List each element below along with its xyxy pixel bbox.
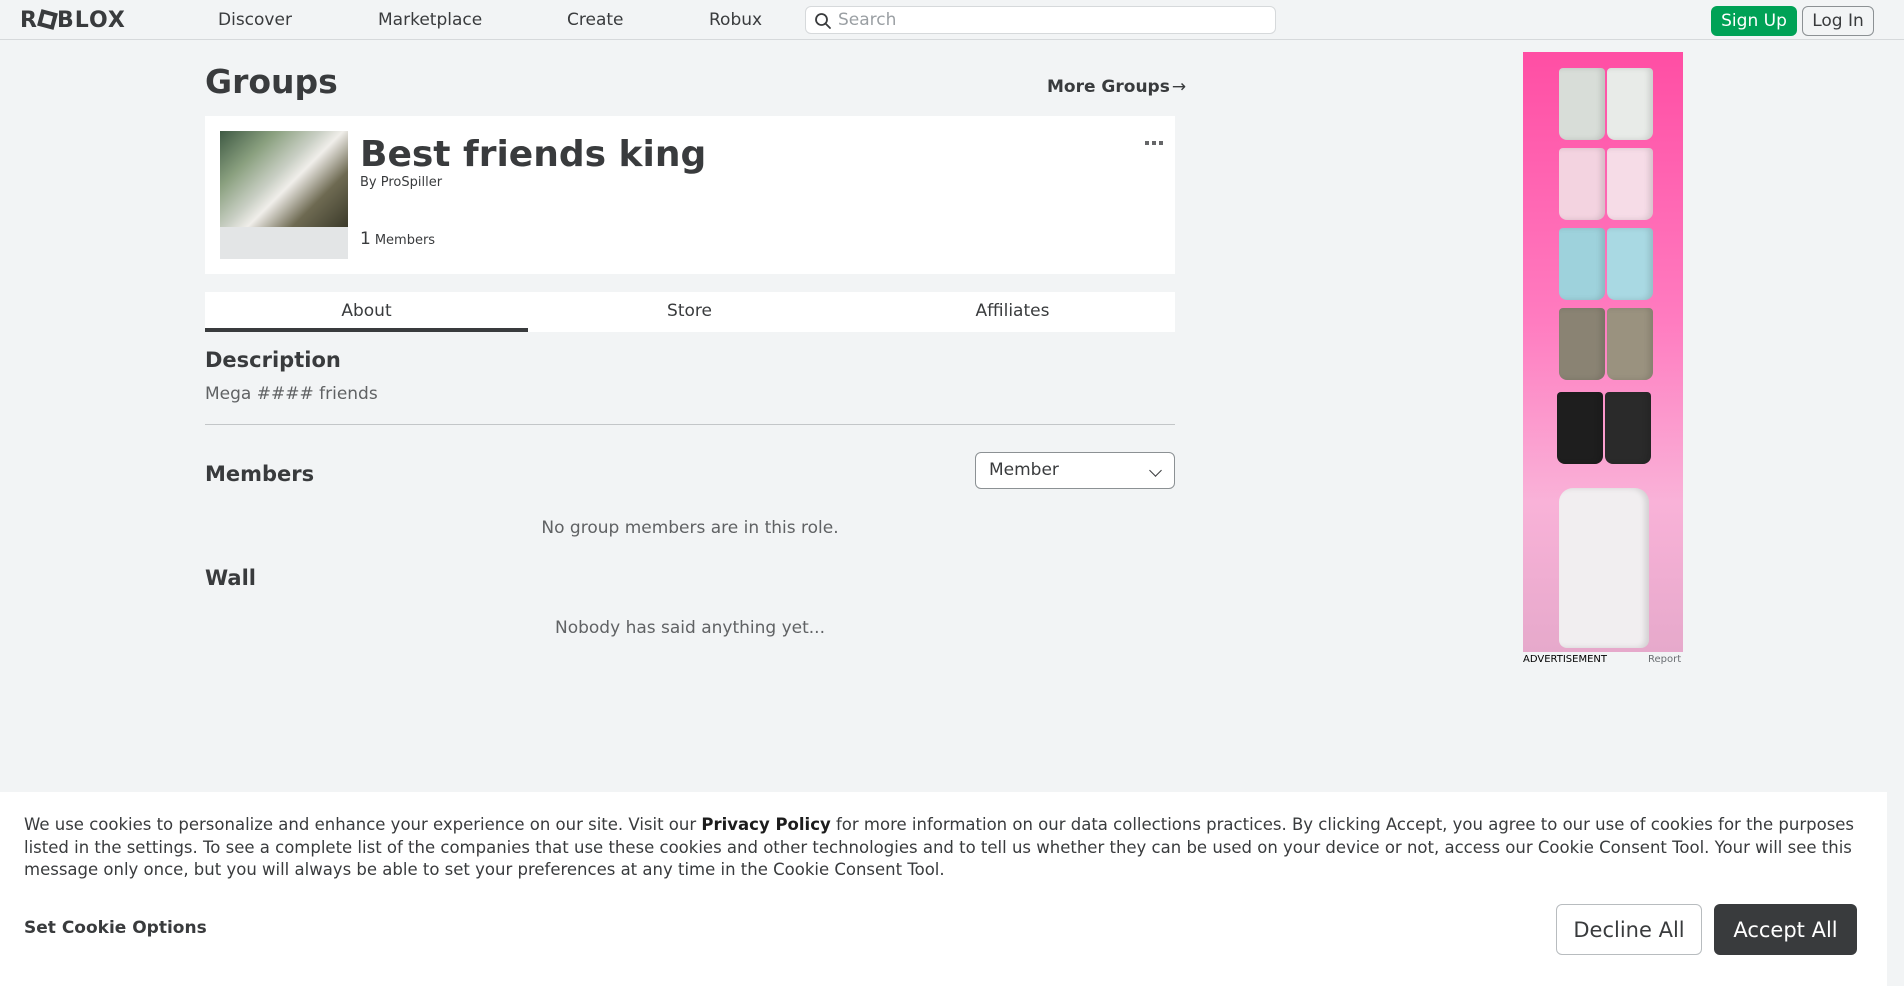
signup-button[interactable]: Sign Up [1711, 6, 1797, 36]
nav-discover[interactable]: Discover [218, 10, 292, 30]
page-title: Groups [205, 62, 338, 101]
ad-product-image [1559, 68, 1605, 140]
group-tabs: About Store Affiliates [205, 292, 1175, 332]
advertisement-banner[interactable] [1523, 52, 1683, 652]
group-owner: By ProSpiller [360, 175, 442, 190]
search-input[interactable] [838, 9, 1258, 31]
scrollbar[interactable] [1887, 40, 1904, 986]
ad-report-link[interactable]: Report [1648, 654, 1681, 665]
more-groups-link[interactable]: More Groups → [1047, 77, 1186, 97]
accept-all-button[interactable]: Accept All [1714, 904, 1857, 955]
group-emblem-image [220, 131, 348, 259]
tab-store[interactable]: Store [528, 292, 851, 332]
more-groups-label: More Groups [1047, 77, 1170, 97]
cookie-consent-banner: We use cookies to personalize and enhanc… [0, 792, 1887, 986]
cookie-message: We use cookies to personalize and enhanc… [24, 814, 1864, 882]
member-count-value: 1 [360, 229, 371, 249]
owner-link[interactable]: ProSpiller [381, 175, 442, 190]
privacy-policy-link[interactable]: Privacy Policy [701, 815, 830, 834]
arrow-right-icon: → [1171, 77, 1187, 97]
cookie-options-link[interactable]: Set Cookie Options [24, 918, 207, 938]
ad-product-image [1607, 308, 1653, 380]
ad-product-image [1607, 228, 1653, 300]
decline-all-button[interactable]: Decline All [1556, 904, 1702, 955]
cookie-text-before: We use cookies to personalize and enhanc… [24, 815, 702, 834]
login-button[interactable]: Log In [1802, 6, 1874, 36]
role-dropdown-value: Member [989, 460, 1059, 480]
group-emblem-art [220, 131, 348, 227]
wall-title: Wall [205, 566, 256, 590]
ad-product-image [1557, 392, 1603, 464]
search-icon [815, 13, 831, 29]
advertisement-label: ADVERTISEMENT [1523, 654, 1608, 665]
ad-product-image [1559, 308, 1605, 380]
divider [205, 424, 1175, 425]
group-name: Best friends king [360, 134, 707, 175]
roblox-logo[interactable]: R BLOX [20, 8, 126, 33]
members-title: Members [205, 462, 315, 486]
owner-by-label: By [360, 175, 377, 190]
ad-product-image [1559, 228, 1605, 300]
description-title: Description [205, 348, 341, 372]
search-box[interactable] [805, 6, 1276, 34]
member-count-label: Members [374, 233, 436, 248]
nav-marketplace[interactable]: Marketplace [378, 10, 482, 30]
group-header-card: Best friends king By ProSpiller 1 Members [205, 116, 1175, 274]
group-member-count: 1 Members [360, 229, 435, 249]
description-text: Mega #### friends [205, 384, 378, 404]
ad-product-image [1605, 392, 1651, 464]
tab-affiliates[interactable]: Affiliates [851, 292, 1174, 332]
top-navigation: R BLOX Discover Marketplace Create Robux … [0, 0, 1904, 40]
nav-create[interactable]: Create [567, 10, 624, 30]
tab-about[interactable]: About [205, 292, 528, 332]
ad-product-image [1607, 68, 1653, 140]
ad-product-image [1607, 148, 1653, 220]
ad-product-image [1559, 488, 1649, 648]
nav-robux[interactable]: Robux [709, 10, 762, 30]
more-dots-icon[interactable] [1145, 130, 1167, 145]
wall-empty-message: Nobody has said anything yet... [555, 618, 825, 638]
members-empty-message: No group members are in this role. [541, 518, 839, 538]
ad-product-image [1559, 148, 1605, 220]
role-dropdown[interactable]: Member [975, 452, 1175, 489]
chevron-down-icon [1149, 464, 1162, 477]
